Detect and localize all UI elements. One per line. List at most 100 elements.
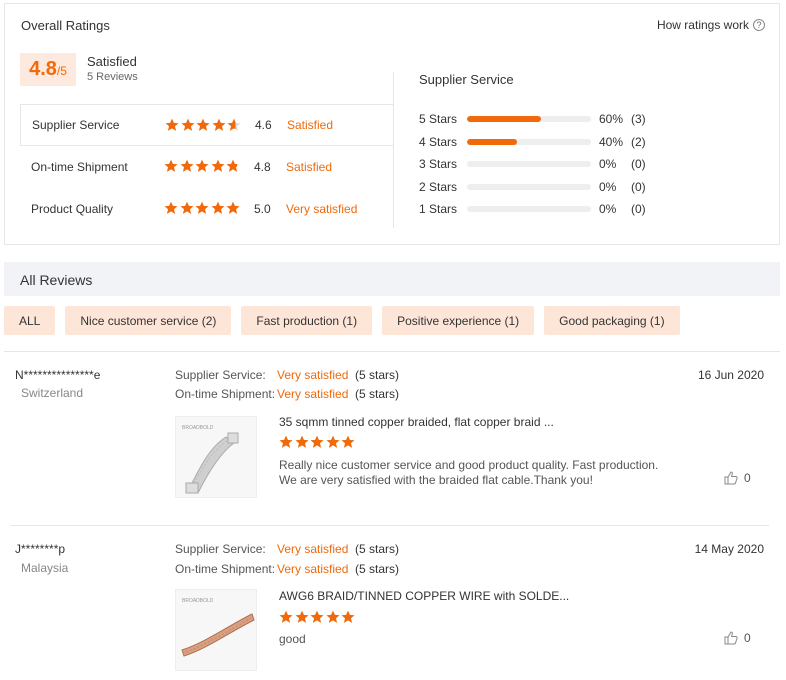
like-button[interactable]: 0 <box>724 631 751 645</box>
product-image: BROADBOLD <box>176 417 256 497</box>
filter-chip-fast-production[interactable]: Fast production (1) <box>241 306 373 335</box>
distribution-row: 1 Stars 0% (0) <box>419 198 759 221</box>
star-icon <box>164 159 178 172</box>
distribution-bar <box>467 183 591 190</box>
distribution-row: 4 Stars 40% (2) <box>419 131 759 154</box>
star-icon <box>279 435 293 448</box>
star-icon <box>181 118 194 131</box>
review-date: 16 Jun 2020 <box>697 368 764 382</box>
product-thumbnail[interactable]: BROADBOLD <box>175 416 257 498</box>
reviewer-country: Switzerland <box>21 386 84 400</box>
distribution-row: 5 Stars 60% (3) <box>419 108 759 131</box>
like-button[interactable]: 0 <box>724 471 751 485</box>
reviewer-name: J********p <box>15 542 66 556</box>
review-text: Really nice customer service and good pr… <box>279 458 659 487</box>
all-reviews-header: All Reviews <box>4 262 780 296</box>
star-icon <box>326 610 339 623</box>
star-icon <box>326 435 339 448</box>
product-title-link[interactable]: AWG6 BRAID/TINNED COPPER WIRE with SOLDE… <box>279 589 569 603</box>
product-image: BROADBOLD <box>176 590 256 670</box>
panel-divider <box>393 72 394 228</box>
star-icon <box>180 159 193 172</box>
star-icon <box>227 118 241 131</box>
review-attr-stars: (5 stars) <box>355 562 400 576</box>
star-icon <box>196 118 210 131</box>
review-rating-stars <box>279 435 357 449</box>
metric-label: On-time Shipment <box>31 160 128 174</box>
svg-text:BROADBOLD: BROADBOLD <box>182 425 214 431</box>
metric-row-product-quality[interactable]: Product Quality 5.0 Very satisfied <box>20 188 393 230</box>
filter-chip-good-packaging[interactable]: Good packaging (1) <box>544 306 680 335</box>
distribution-label: 5 Stars <box>419 112 458 127</box>
distribution-label: 2 Stars <box>419 179 458 194</box>
metric-stars <box>165 118 243 132</box>
distribution-percent: 0% <box>599 179 617 194</box>
product-thumbnail[interactable]: BROADBOLD <box>175 589 257 671</box>
star-icon <box>226 201 240 214</box>
metric-stars <box>164 159 242 173</box>
metric-label: Supplier Service <box>32 118 120 132</box>
star-icon <box>279 610 293 623</box>
star-icon <box>211 159 224 172</box>
distribution-percent: 60% <box>599 112 624 127</box>
distribution-count: (0) <box>631 202 646 217</box>
review-attr-label: Supplier Service: <box>175 368 266 382</box>
distribution-percent: 0% <box>599 202 617 217</box>
review-text: good <box>279 632 306 646</box>
filter-chip-positive-experience[interactable]: Positive experience (1) <box>382 306 535 335</box>
star-icon <box>211 201 224 214</box>
filter-chip-all[interactable]: ALL <box>4 306 56 335</box>
review-rating-stars <box>279 610 357 624</box>
review-attr-label: On-time Shipment: <box>175 387 276 401</box>
review-attr-stars: (5 stars) <box>355 387 400 401</box>
product-title-link[interactable]: 35 sqmm tinned copper braided, flat copp… <box>279 415 554 429</box>
review-attr-label: On-time Shipment: <box>175 562 276 576</box>
reviewer-name: N***************e <box>15 368 101 382</box>
overall-score-badge: 4.8 /5 <box>20 53 76 86</box>
metric-row-on-time-shipment[interactable]: On-time Shipment 4.8 Satisfied <box>20 146 393 188</box>
review-date: 14 May 2020 <box>694 542 764 556</box>
metric-stars <box>164 201 242 215</box>
overall-score-suffix: /5 <box>56 64 67 78</box>
review-filters: ALL Nice customer service (2) Fast produ… <box>4 306 680 335</box>
how-ratings-work-link[interactable]: How ratings work ? <box>657 18 765 32</box>
filter-chip-nice-customer-service[interactable]: Nice customer service (2) <box>65 306 232 335</box>
metric-value: 5.0 <box>254 202 271 216</box>
metric-value: 4.8 <box>254 160 271 174</box>
how-ratings-work-label: How ratings work <box>656 18 749 32</box>
star-icon <box>310 435 324 448</box>
review-attr-value: Very satisfied <box>277 542 349 556</box>
review-attr-label: Supplier Service: <box>175 542 266 556</box>
review-attr-value: Very satisfied <box>277 387 349 401</box>
distribution-percent: 40% <box>599 134 624 149</box>
distribution-count: (3) <box>631 112 646 127</box>
distribution-bar-fill <box>467 138 517 145</box>
star-icon <box>180 201 193 214</box>
metric-status: Satisfied <box>287 118 334 132</box>
review-attr-value: Very satisfied <box>277 562 349 576</box>
all-reviews-title: All Reviews <box>20 272 93 288</box>
distribution-row: 2 Stars 0% (0) <box>419 176 759 199</box>
star-icon <box>195 159 209 172</box>
overall-ratings-panel: Overall Ratings How ratings work ? 4.8 /… <box>4 3 780 245</box>
distribution-bar <box>467 138 591 145</box>
star-icon <box>341 435 355 448</box>
star-icon <box>295 610 308 623</box>
star-icon <box>195 201 209 214</box>
star-icon <box>295 435 308 448</box>
distribution-bar <box>467 161 591 168</box>
star-icon <box>164 201 178 214</box>
reviewer-country: Malaysia <box>21 561 69 575</box>
distribution-bar <box>467 116 591 123</box>
metric-status: Very satisfied <box>286 202 358 216</box>
review-attr-value: Very satisfied <box>277 368 349 382</box>
metric-value: 4.6 <box>255 118 272 132</box>
star-icon <box>226 159 240 172</box>
rating-metrics: Supplier Service 4.6 Satisfied On-time S… <box>20 104 393 230</box>
reviews-count: 5 Reviews <box>87 71 138 83</box>
star-icon <box>165 118 179 131</box>
metric-row-supplier-service[interactable]: Supplier Service 4.6 Satisfied <box>20 104 393 146</box>
distribution-percent: 0% <box>599 157 617 172</box>
review-attr-stars: (5 stars) <box>355 368 400 382</box>
overall-ratings-title: Overall Ratings <box>21 18 110 33</box>
